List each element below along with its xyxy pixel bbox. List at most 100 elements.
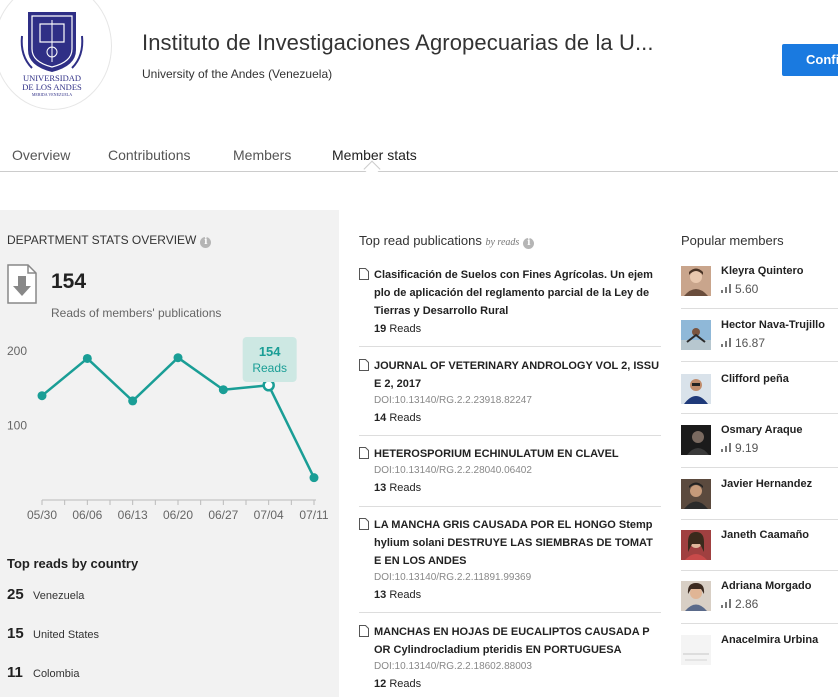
download-reads-icon <box>7 264 37 304</box>
score-bars-icon <box>721 599 731 608</box>
avatar[interactable] <box>681 266 711 296</box>
publication-title[interactable]: MANCHAS EN HOJAS DE EUCALIPTOS CAUSADA P… <box>374 623 661 659</box>
top-read-publications-heading: Top read publications by reads i <box>359 233 535 249</box>
x-tick-label: 06/13 <box>118 508 148 522</box>
tooltip-value: 154 <box>259 344 281 359</box>
tab-contributions[interactable]: Contributions <box>108 147 191 163</box>
separator <box>681 361 838 362</box>
stats-heading: DEPARTMENT STATS OVERVIEW i <box>7 233 212 248</box>
tab-members[interactable]: Members <box>233 147 291 163</box>
x-tick-label: 06/27 <box>208 508 238 522</box>
institution-subtitle[interactable]: University of the Andes (Venezuela) <box>142 67 332 81</box>
separator <box>359 435 661 436</box>
tooltip-label: Reads <box>252 361 287 375</box>
x-tick-label: 06/20 <box>163 508 193 522</box>
confirm-button[interactable]: Confi <box>782 44 838 76</box>
member-name[interactable]: Kleyra Quintero <box>721 265 804 277</box>
university-crest-logo: UNIVERSIDAD DE LOS ANDES MERIDA VENEZUEL… <box>20 12 84 97</box>
svg-text:MERIDA VENEZUELA: MERIDA VENEZUELA <box>32 92 72 97</box>
separator <box>681 308 838 309</box>
member-name[interactable]: Javier Hernandez <box>721 478 812 490</box>
score-bars-icon <box>721 284 731 293</box>
avatar[interactable] <box>681 425 711 455</box>
top-reads-by-country-heading: Top reads by country <box>7 556 139 571</box>
publication-item[interactable]: MANCHAS EN HOJAS DE EUCALIPTOS CAUSADA P… <box>359 623 661 693</box>
member-name[interactable]: Janeth Caamaño <box>721 529 809 541</box>
member-rg-score: 5.60 <box>721 282 758 296</box>
data-point <box>82 353 92 363</box>
document-icon <box>359 268 369 280</box>
member-rg-score: 9.19 <box>721 441 758 455</box>
avatar[interactable] <box>681 530 711 560</box>
member-name[interactable]: Anacelmira Urbina <box>721 634 818 646</box>
publication-reads: 19 Reads <box>374 323 422 335</box>
separator <box>359 346 661 347</box>
avatar[interactable] <box>681 479 711 509</box>
institution-title: Instituto de Investigaciones Agropecuari… <box>142 30 654 55</box>
data-point <box>173 353 183 363</box>
data-point <box>218 385 228 395</box>
separator <box>359 506 661 507</box>
member-rg-score: 16.87 <box>721 336 765 350</box>
publication-item[interactable]: LA MANCHA GRIS CAUSADA POR EL HONGO Stem… <box>359 516 661 604</box>
svg-text:DE LOS ANDES: DE LOS ANDES <box>22 82 82 92</box>
department-tabs: Overview Contributions Members Member st… <box>0 140 838 172</box>
tab-member-stats[interactable]: Member stats <box>332 147 417 163</box>
document-icon <box>359 447 369 459</box>
separator <box>681 413 838 414</box>
publication-title[interactable]: Clasificación de Suelos con Fines Agríco… <box>374 266 661 320</box>
popular-members-heading: Popular members <box>681 233 784 248</box>
publication-doi: DOI:10.13140/RG.2.2.23918.82247 <box>374 395 532 406</box>
member-name[interactable]: Clifford peña <box>721 373 789 385</box>
x-tick-label: 07/04 <box>254 508 284 522</box>
country-name: Venezuela <box>33 590 85 602</box>
publication-item[interactable]: JOURNAL OF VETERINARY ANDROLOGY VOL 2, I… <box>359 357 661 427</box>
total-reads-label: Reads of members' publications <box>51 306 222 320</box>
publication-doi: DOI:10.13140/RG.2.2.18602.88003 <box>374 661 532 672</box>
member-name[interactable]: Osmary Araque <box>721 424 803 436</box>
publication-reads: 13 Reads <box>374 482 422 494</box>
country-name: Colombia <box>33 668 80 680</box>
publication-title[interactable]: JOURNAL OF VETERINARY ANDROLOGY VOL 2, I… <box>374 357 661 393</box>
publication-doi: DOI:10.13140/RG.2.2.11891.99369 <box>374 572 532 583</box>
document-icon <box>359 359 369 371</box>
data-point <box>309 473 319 483</box>
separator <box>681 467 838 468</box>
member-name[interactable]: Hector Nava-Trujillo <box>721 319 825 331</box>
data-point <box>128 396 138 406</box>
publication-item[interactable]: HETEROSPORIUM ECHINULATUM EN CLAVEL DOI:… <box>359 445 661 497</box>
publication-title[interactable]: LA MANCHA GRIS CAUSADA POR EL HONGO Stem… <box>374 516 661 570</box>
publication-reads: 13 Reads <box>374 589 422 601</box>
country-reads-count: 11 <box>7 664 23 681</box>
avatar[interactable] <box>681 374 711 404</box>
publication-title[interactable]: HETEROSPORIUM ECHINULATUM EN CLAVEL <box>374 445 661 463</box>
info-icon[interactable]: i <box>200 237 212 248</box>
document-icon <box>359 625 369 637</box>
score-bars-icon <box>721 443 731 452</box>
x-tick-label: 06/06 <box>72 508 102 522</box>
separator <box>359 612 661 613</box>
member-name[interactable]: Adriana Morgado <box>721 580 811 592</box>
tab-overview[interactable]: Overview <box>12 147 70 163</box>
x-tick-label: 07/11 <box>299 508 328 522</box>
score-bars-icon <box>721 338 731 347</box>
country-name: United States <box>33 629 100 641</box>
publication-reads: 14 Reads <box>374 412 422 424</box>
publication-reads: 12 Reads <box>374 678 422 690</box>
country-row: 25 Venezuela <box>7 586 84 606</box>
country-row: 11 Colombia <box>7 664 79 684</box>
data-point <box>37 391 47 401</box>
avatar[interactable] <box>681 581 711 611</box>
publication-item[interactable]: Clasificación de Suelos con Fines Agríco… <box>359 266 661 338</box>
separator <box>681 570 838 571</box>
avatar[interactable] <box>681 635 711 665</box>
y-tick-label: 100 <box>7 419 27 433</box>
country-reads-count: 25 <box>7 586 24 603</box>
country-row: 15 United States <box>7 625 99 645</box>
info-icon[interactable]: i <box>523 238 535 249</box>
separator <box>681 623 838 624</box>
x-tick-label: 05/30 <box>27 508 57 522</box>
avatar[interactable] <box>681 320 711 350</box>
separator <box>681 519 838 520</box>
total-reads-count: 154 <box>51 270 87 293</box>
